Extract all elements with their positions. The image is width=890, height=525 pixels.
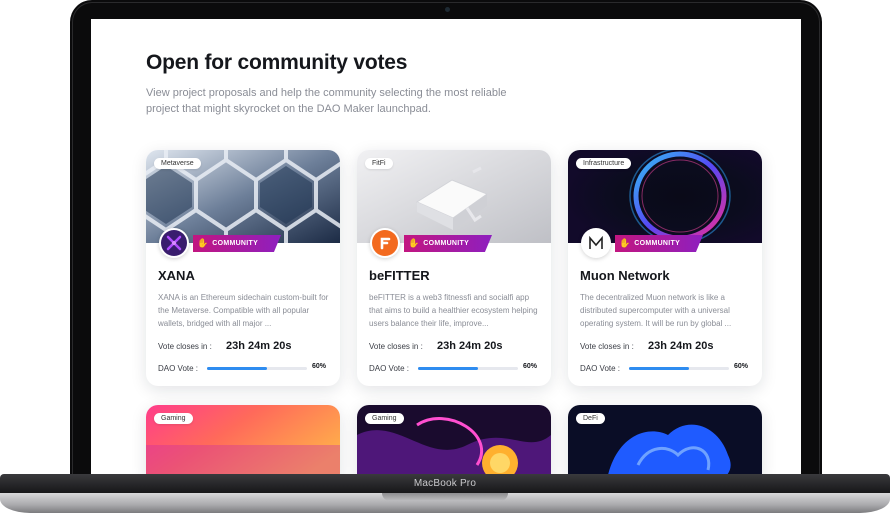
dao-vote-label: DAO Vote : (580, 364, 621, 373)
community-badge: ✋ COMMUNITY (615, 235, 703, 252)
community-badge: ✋ COMMUNITY (193, 235, 281, 252)
project-description: XANA is an Ethereum sidechain custom-bui… (158, 293, 329, 328)
vote-progress-bar (207, 367, 307, 370)
vote-countdown: 23h 24m 20s (437, 340, 503, 352)
vote-countdown: 23h 24m 20s (648, 340, 714, 352)
hand-icon: ✋ (408, 238, 420, 248)
camera-icon (445, 7, 450, 12)
vote-progress-fill (629, 367, 689, 370)
dao-vote-label: DAO Vote : (369, 364, 410, 373)
project-name[interactable]: XANA (158, 268, 195, 283)
project-card[interactable]: DeFi (568, 405, 762, 474)
category-tag: Gaming (365, 413, 404, 424)
project-card-befitter[interactable]: FitFi ✋ COMMUNITY beFITTER beFITTER is a… (357, 150, 551, 386)
laptop-notch (382, 493, 508, 501)
vote-percent: 60% (523, 363, 538, 370)
vote-progress-fill (418, 367, 478, 370)
category-tag: Gaming (154, 413, 193, 424)
vote-closes-label: Vote closes in : (369, 342, 423, 351)
category-tag: FitFi (365, 158, 393, 169)
hand-icon: ✋ (619, 238, 631, 248)
project-description: beFITTER is a web3 fitnessfi and socialf… (369, 293, 538, 328)
page-title: Open for community votes (146, 51, 408, 74)
vote-percent: 60% (312, 363, 327, 370)
vote-progress-fill (207, 367, 267, 370)
vote-progress-bar (418, 367, 518, 370)
hand-icon: ✋ (197, 238, 209, 248)
category-tag: DeFi (576, 413, 605, 424)
community-badge: ✋ COMMUNITY (404, 235, 492, 252)
dao-vote-label: DAO Vote : (158, 364, 199, 373)
befitter-logo-icon (370, 228, 400, 258)
vote-progress-bar (629, 367, 729, 370)
project-description: The decentralized Muon network is like a… (580, 293, 732, 328)
vote-countdown: 23h 24m 20s (226, 340, 292, 352)
project-card-xana[interactable]: Metaverse ✋ COMMUNITY XANA XANA is an Et… (146, 150, 340, 386)
project-card-muon-network[interactable]: Infrastructure ✋ COMMUNITY Muon Network … (568, 150, 762, 386)
project-card[interactable]: Gaming (357, 405, 551, 474)
project-name[interactable]: beFITTER (369, 268, 430, 283)
vote-percent: 60% (734, 363, 749, 370)
screen: Open for community votes View project pr… (91, 19, 801, 474)
vote-closes-label: Vote closes in : (580, 342, 634, 351)
device-label: MacBook Pro (413, 478, 477, 489)
project-card[interactable]: Gaming (146, 405, 340, 474)
category-tag: Infrastructure (576, 158, 632, 169)
category-tag: Metaverse (154, 158, 201, 169)
vote-closes-label: Vote closes in : (158, 342, 212, 351)
xana-logo-icon (159, 228, 189, 258)
page-subtitle: View project proposals and help the comm… (146, 87, 507, 115)
muon-logo-icon (581, 228, 611, 258)
project-name[interactable]: Muon Network (580, 268, 670, 283)
